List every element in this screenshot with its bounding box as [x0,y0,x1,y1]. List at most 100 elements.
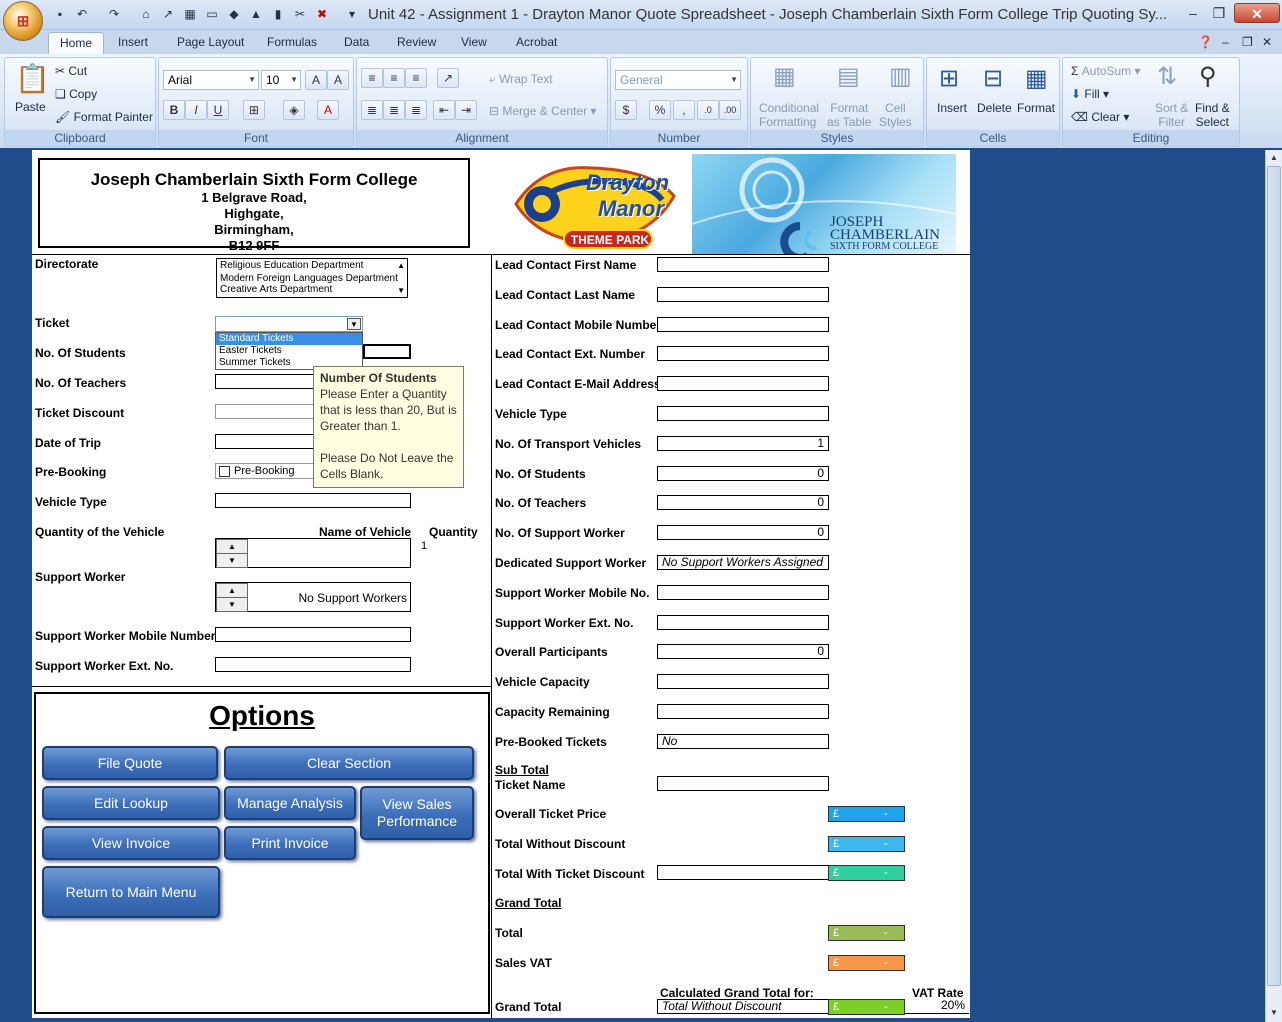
stop-icon[interactable]: ✖ [314,6,330,22]
delete-cells-button[interactable]: Delete [977,101,1012,115]
align-bottom-button[interactable]: ≡ [405,68,427,88]
bar-chart-icon[interactable]: ▮ [270,6,286,22]
merge-center-button[interactable]: ⊟ Merge & Center ▾ [489,104,596,118]
right-row-field[interactable] [657,406,829,421]
calculator-icon[interactable]: ▦ [182,6,198,22]
tab-acrobat[interactable]: Acrobat [516,35,557,49]
tab-view[interactable]: View [461,35,487,49]
scroll-up-arrow-icon[interactable]: ▲ [1267,151,1281,165]
right-row-field[interactable] [657,584,829,600]
tab-home[interactable]: Home [48,32,104,54]
comma-button[interactable]: , [673,100,695,120]
support-worker-spinner[interactable]: ▲ ▼ No Support Workers [215,582,411,612]
grand-total-basis-select[interactable]: Total Without Discount [657,999,829,1014]
undo-icon[interactable]: ↶ [74,6,90,22]
total-with-discount-field[interactable] [657,865,829,880]
spin-down-icon[interactable]: ▼ [216,597,248,612]
scroll-down-arrow-icon[interactable]: ▼ [1267,1006,1281,1020]
ticket-option-selected[interactable]: Standard Tickets [216,333,362,345]
right-row-field[interactable]: 0 [657,465,829,481]
save-icon[interactable]: ▪ [52,6,68,22]
fill-color-button[interactable]: ◈ [283,100,305,120]
return-main-menu-button[interactable]: Return to Main Menu [42,866,220,918]
number-format-select[interactable]: General ▼ [615,70,741,90]
vehicle-type-input[interactable] [215,493,411,508]
directorate-listbox[interactable]: Religious Education Department Modern Fo… [216,258,408,298]
ticket-dropdown-icon[interactable]: ▼ [347,318,361,330]
ribbon-close-icon[interactable]: ✕ [1262,35,1272,49]
right-row-field[interactable]: 1 [657,435,829,451]
qat-dropdown-icon[interactable]: ▾ [344,6,360,22]
shrink-font-button[interactable]: A [327,70,349,90]
font-size-select[interactable]: 10 ▼ [261,70,301,90]
right-row-field[interactable] [657,257,829,272]
find-select-button[interactable]: Find & Select [1195,101,1230,129]
tab-data[interactable]: Data [344,35,369,49]
decrease-decimal-button[interactable]: .00 [719,100,741,120]
align-middle-button[interactable]: ≡ [383,68,405,88]
close-button[interactable]: ✕ [1234,3,1280,23]
scroll-up-icon[interactable]: ▲ [397,261,405,270]
edit-lookup-button[interactable]: Edit Lookup [42,786,220,820]
sw-ext-input[interactable] [215,657,411,672]
autosum-button[interactable]: Σ AutoSum ▾ [1071,64,1140,78]
fill-button[interactable]: ⬇ Fill ▾ [1071,87,1109,101]
file-quote-button[interactable]: File Quote [42,746,218,780]
scroll-thumb[interactable] [1267,166,1281,986]
area-chart-icon[interactable]: ▲ [248,6,264,22]
sort-filter-button[interactable]: Sort & Filter [1155,101,1188,129]
vertical-scrollbar[interactable]: ▲ ▼ [1265,150,1282,1022]
help-icon[interactable]: ❓ [1198,35,1213,49]
tab-page-layout[interactable]: Page Layout [177,35,244,49]
print-invoice-button[interactable]: Print Invoice [224,826,356,860]
directorate-option[interactable]: Creative Arts Department [217,284,407,296]
right-row-field[interactable]: 0 [657,644,829,660]
wrap-text-button[interactable]: ⤶ Wrap Text [489,72,553,87]
maximize-button[interactable]: ❐ [1206,3,1232,23]
chart-icon[interactable]: ↗ [160,6,176,22]
right-row-field[interactable]: 0 [657,525,829,541]
minimize-button[interactable]: – [1180,3,1206,23]
vehicle-spinner[interactable]: ▲ ▼ [215,538,411,568]
align-left-button[interactable]: ≣ [361,100,383,120]
ticket-name-field[interactable] [657,776,829,791]
format-cells-button[interactable]: Format [1017,101,1055,115]
align-center-button[interactable]: ≣ [383,100,405,120]
borders-button[interactable]: ⊞ [243,100,265,120]
accounting-format-button[interactable]: $ [615,100,637,120]
copy-button[interactable]: ❏ Copy [55,87,97,101]
scroll-down-icon[interactable]: ▼ [397,286,405,295]
italic-button[interactable]: I [185,100,207,120]
sw-mobile-input[interactable] [215,627,411,642]
clear-button[interactable]: ⌫ Clear ▾ [1071,110,1129,124]
students-input[interactable] [363,344,411,359]
home-icon[interactable]: ⌂ [138,6,154,22]
form-icon[interactable]: ▭ [204,6,220,22]
spin-down-icon[interactable]: ▼ [216,553,248,568]
cell-styles-button[interactable]: Cell Styles [879,101,912,129]
align-right-button[interactable]: ≣ [405,100,427,120]
manage-analysis-button[interactable]: Manage Analysis [224,786,356,820]
tab-review[interactable]: Review [397,35,436,49]
right-row-field[interactable]: No Support Workers Assigned [657,555,829,570]
bold-button[interactable]: B [163,100,185,120]
right-row-field[interactable] [657,346,829,362]
view-sales-performance-button[interactable]: View Sales Performance [360,786,474,840]
ticket-combobox[interactable]: ▼ [215,316,363,332]
decrease-indent-button[interactable]: ⇤ [433,100,455,120]
percent-button[interactable]: % [649,100,671,120]
spin-up-icon[interactable]: ▲ [216,539,248,554]
orientation-button[interactable]: ↗ [437,68,459,88]
cut-button[interactable]: ✂ Cut [55,64,87,78]
right-row-field[interactable]: No [657,733,829,749]
ribbon-restore-icon[interactable]: ❐ [1242,35,1253,49]
right-row-field[interactable] [657,376,829,392]
insert-cells-button[interactable]: Insert [937,101,967,115]
right-row-field[interactable] [657,614,829,630]
ribbon-minimize-icon[interactable]: – [1222,35,1229,49]
checkbox-icon[interactable] [219,466,230,477]
right-row-field[interactable]: 0 [657,495,829,511]
redo-icon[interactable]: ↷ [106,6,122,22]
right-row-field[interactable] [657,674,829,690]
view-invoice-button[interactable]: View Invoice [42,826,220,860]
